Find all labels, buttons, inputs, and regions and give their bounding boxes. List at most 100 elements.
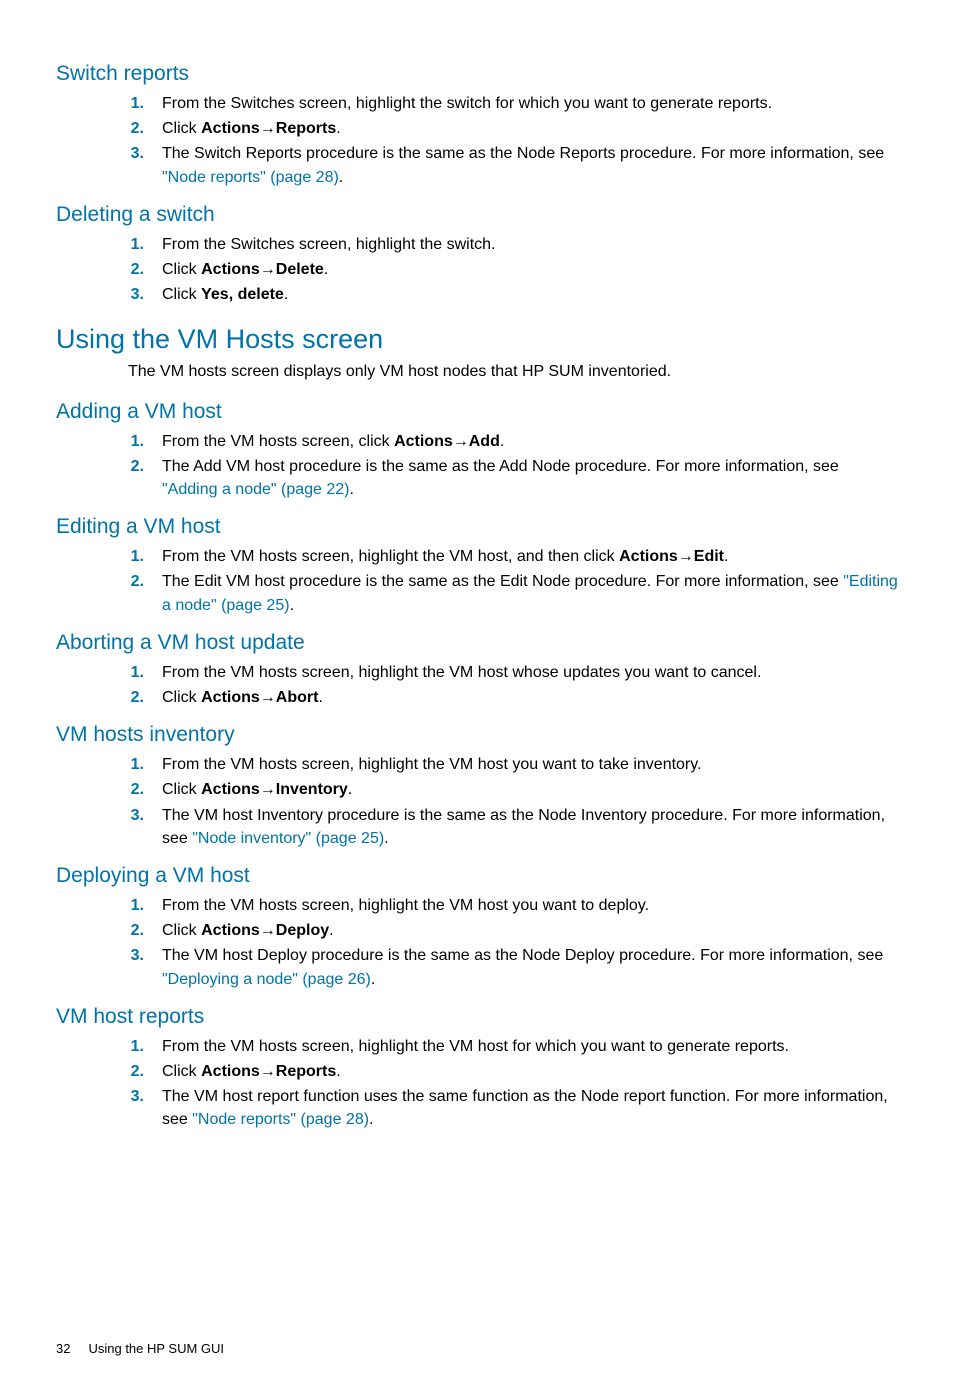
step-item: 2.Click Actions→Abort. — [128, 686, 898, 709]
step-number: 2. — [128, 570, 162, 593]
text-run: From the VM hosts screen, highlight the … — [162, 548, 619, 565]
section-heading-2: Switch reports — [56, 62, 898, 86]
cross-reference-link[interactable]: "Node inventory" (page 25) — [192, 830, 384, 847]
step-number: 2. — [128, 1060, 162, 1083]
step-text: Click Actions→Delete. — [162, 258, 898, 281]
step-text: The Switch Reports procedure is the same… — [162, 142, 898, 188]
text-run: The Edit VM host procedure is the same a… — [162, 573, 843, 590]
text-run: From the VM hosts screen, highlight the … — [162, 664, 761, 681]
step-item: 2.Click Actions→Reports. — [128, 1060, 898, 1083]
step-text: Click Actions→Abort. — [162, 686, 898, 709]
text-run: → — [260, 261, 276, 278]
step-number: 1. — [128, 894, 162, 917]
bold-text: Add — [469, 433, 500, 450]
step-text: Click Actions→Deploy. — [162, 919, 898, 942]
step-list: 1.From the VM hosts screen, highlight th… — [128, 753, 898, 850]
text-run: . — [336, 120, 340, 137]
step-number: 1. — [128, 545, 162, 568]
step-item: 3.The Switch Reports procedure is the sa… — [128, 142, 898, 188]
bold-text: Reports — [276, 120, 336, 137]
text-run: Click — [162, 689, 201, 706]
step-text: From the VM hosts screen, highlight the … — [162, 545, 898, 568]
step-number: 3. — [128, 283, 162, 306]
step-text: From the VM hosts screen, click Actions→… — [162, 430, 898, 453]
step-item: 1.From the Switches screen, highlight th… — [128, 92, 898, 115]
step-list: 1.From the Switches screen, highlight th… — [128, 233, 898, 307]
bold-text: Deploy — [276, 922, 329, 939]
text-run: Click — [162, 261, 201, 278]
step-list: 1.From the VM hosts screen, highlight th… — [128, 1035, 898, 1132]
step-item: 1.From the VM hosts screen, highlight th… — [128, 1035, 898, 1058]
bold-text: Actions — [201, 261, 260, 278]
step-number: 1. — [128, 92, 162, 115]
step-text: From the Switches screen, highlight the … — [162, 233, 898, 256]
text-run: From the VM hosts screen, highlight the … — [162, 756, 702, 773]
step-number: 2. — [128, 117, 162, 140]
page-footer: 32Using the HP SUM GUI — [56, 1341, 898, 1390]
text-run: . — [284, 286, 288, 303]
step-number: 1. — [128, 661, 162, 684]
step-text: Click Actions→Inventory. — [162, 778, 898, 801]
step-text: From the VM hosts screen, highlight the … — [162, 1035, 898, 1058]
text-run: Click — [162, 120, 201, 137]
text-run: The Add VM host procedure is the same as… — [162, 458, 839, 475]
bold-text: Actions — [201, 781, 260, 798]
step-number: 2. — [128, 258, 162, 281]
step-list: 1.From the VM hosts screen, click Action… — [128, 430, 898, 502]
text-run: . — [318, 689, 322, 706]
step-text: The VM host report function uses the sam… — [162, 1085, 898, 1131]
text-run: Click — [162, 781, 201, 798]
bold-text: Reports — [276, 1063, 336, 1080]
step-item: 2.Click Actions→Reports. — [128, 117, 898, 140]
bold-text: Abort — [276, 689, 319, 706]
step-number: 1. — [128, 233, 162, 256]
cross-reference-link[interactable]: "Node reports" (page 28) — [162, 169, 339, 186]
text-run: . — [724, 548, 728, 565]
section-heading-2: VM hosts inventory — [56, 723, 898, 747]
document-page: Switch reports1.From the Switches screen… — [0, 0, 954, 1390]
bold-text: Actions — [201, 1063, 260, 1080]
text-run: . — [350, 481, 354, 498]
step-item: 1.From the VM hosts screen, highlight th… — [128, 545, 898, 568]
step-list: 1.From the VM hosts screen, highlight th… — [128, 661, 898, 709]
bold-text: Actions — [201, 120, 260, 137]
step-text: Click Yes, delete. — [162, 283, 898, 306]
cross-reference-link[interactable]: "Node reports" (page 28) — [192, 1111, 369, 1128]
step-item: 2.The Edit VM host procedure is the same… — [128, 570, 898, 616]
text-run: The VM host Deploy procedure is the same… — [162, 947, 883, 964]
step-list: 1.From the VM hosts screen, highlight th… — [128, 545, 898, 617]
step-text: From the VM hosts screen, highlight the … — [162, 753, 898, 776]
step-item: 1.From the VM hosts screen, click Action… — [128, 430, 898, 453]
text-run: . — [500, 433, 504, 450]
text-run: → — [453, 433, 469, 450]
section-heading-1: Using the VM Hosts screen — [56, 324, 898, 355]
text-run: From the VM hosts screen, click — [162, 433, 394, 450]
text-run: → — [260, 689, 276, 706]
step-text: Click Actions→Reports. — [162, 117, 898, 140]
step-number: 3. — [128, 804, 162, 827]
text-run: . — [336, 1063, 340, 1080]
cross-reference-link[interactable]: "Adding a node" (page 22) — [162, 481, 350, 498]
step-item: 3.The VM host Deploy procedure is the sa… — [128, 944, 898, 990]
step-item: 2.The Add VM host procedure is the same … — [128, 455, 898, 501]
cross-reference-link[interactable]: "Deploying a node" (page 26) — [162, 971, 371, 988]
bold-text: Actions — [201, 922, 260, 939]
text-run: . — [348, 781, 352, 798]
step-number: 2. — [128, 919, 162, 942]
bold-text: Inventory — [276, 781, 348, 798]
step-number: 1. — [128, 430, 162, 453]
step-item: 3.The VM host Inventory procedure is the… — [128, 804, 898, 850]
step-text: From the VM hosts screen, highlight the … — [162, 894, 898, 917]
text-run: . — [329, 922, 333, 939]
text-run: → — [260, 1063, 276, 1080]
section-heading-2: Editing a VM host — [56, 515, 898, 539]
step-list: 1.From the VM hosts screen, highlight th… — [128, 894, 898, 991]
bold-text: Yes, delete — [201, 286, 284, 303]
step-text: From the VM hosts screen, highlight the … — [162, 661, 898, 684]
step-item: 2.Click Actions→Delete. — [128, 258, 898, 281]
text-run: From the VM hosts screen, highlight the … — [162, 897, 649, 914]
step-item: 3.The VM host report function uses the s… — [128, 1085, 898, 1131]
text-run: → — [260, 781, 276, 798]
text-run: The Switch Reports procedure is the same… — [162, 145, 884, 162]
step-number: 2. — [128, 455, 162, 478]
